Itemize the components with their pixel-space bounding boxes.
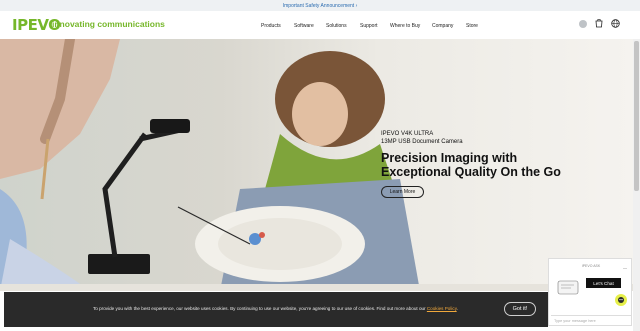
scrollbar[interactable]	[633, 39, 640, 331]
announcement-link[interactable]: Important Safety Announcement ›	[283, 3, 358, 9]
chat-minimize-icon[interactable]: —	[623, 265, 627, 270]
chat-bot-icon[interactable]	[615, 294, 627, 306]
nav-support[interactable]: Support	[360, 23, 378, 29]
site-header: IPEVO innovating communications Products…	[0, 11, 640, 39]
nav-solutions[interactable]: Solutions	[326, 23, 347, 29]
chat-header: IPEVO ASK	[581, 264, 601, 268]
page: Important Safety Announcement › IPEVO in…	[0, 0, 640, 331]
nav-company[interactable]: Company	[432, 23, 453, 29]
headline-line-2: Exceptional Quality On the Go	[381, 165, 561, 179]
learn-more-button[interactable]: Learn More	[381, 186, 424, 198]
hero-headline: Precision Imaging with Exceptional Quali…	[381, 151, 581, 179]
cart-icon[interactable]	[595, 19, 603, 28]
product-label: IPEVO V4K ULTRA 13MP USB Document Camera	[381, 130, 463, 146]
chat-input[interactable]: Type your message here	[551, 315, 631, 326]
nav-store[interactable]: Store	[466, 23, 478, 29]
cookie-message: To provide you with the best experience,…	[93, 306, 458, 311]
cookies-policy-link[interactable]: Cookies Policy	[427, 306, 457, 311]
tagline: innovating communications	[52, 19, 165, 29]
nav-where-to-buy[interactable]: Where to Buy	[390, 23, 420, 29]
cookie-accept-button[interactable]: Got it!	[504, 302, 536, 316]
hero-banner: IPEVO V4K ULTRA 13MP USB Document Camera…	[0, 39, 633, 291]
chat-bubble[interactable]: Let's Chat	[586, 278, 621, 288]
globe-icon[interactable]	[611, 19, 620, 28]
cookie-banner: To provide you with the best experience,…	[4, 292, 548, 327]
nav-products[interactable]: Products	[261, 23, 281, 29]
nav-software[interactable]: Software	[294, 23, 314, 29]
user-icon[interactable]	[579, 20, 587, 28]
chat-widget: IPEVO ASK — Let's Chat Type your message…	[548, 258, 632, 326]
headline-line-1: Precision Imaging with	[381, 151, 518, 165]
chat-illustration-icon	[557, 280, 579, 295]
product-description: 13MP USB Document Camera	[381, 139, 463, 145]
scrollbar-thumb[interactable]	[634, 41, 639, 191]
announcement-bar[interactable]: Important Safety Announcement ›	[0, 0, 640, 11]
product-name: IPEVO V4K ULTRA	[381, 131, 434, 137]
